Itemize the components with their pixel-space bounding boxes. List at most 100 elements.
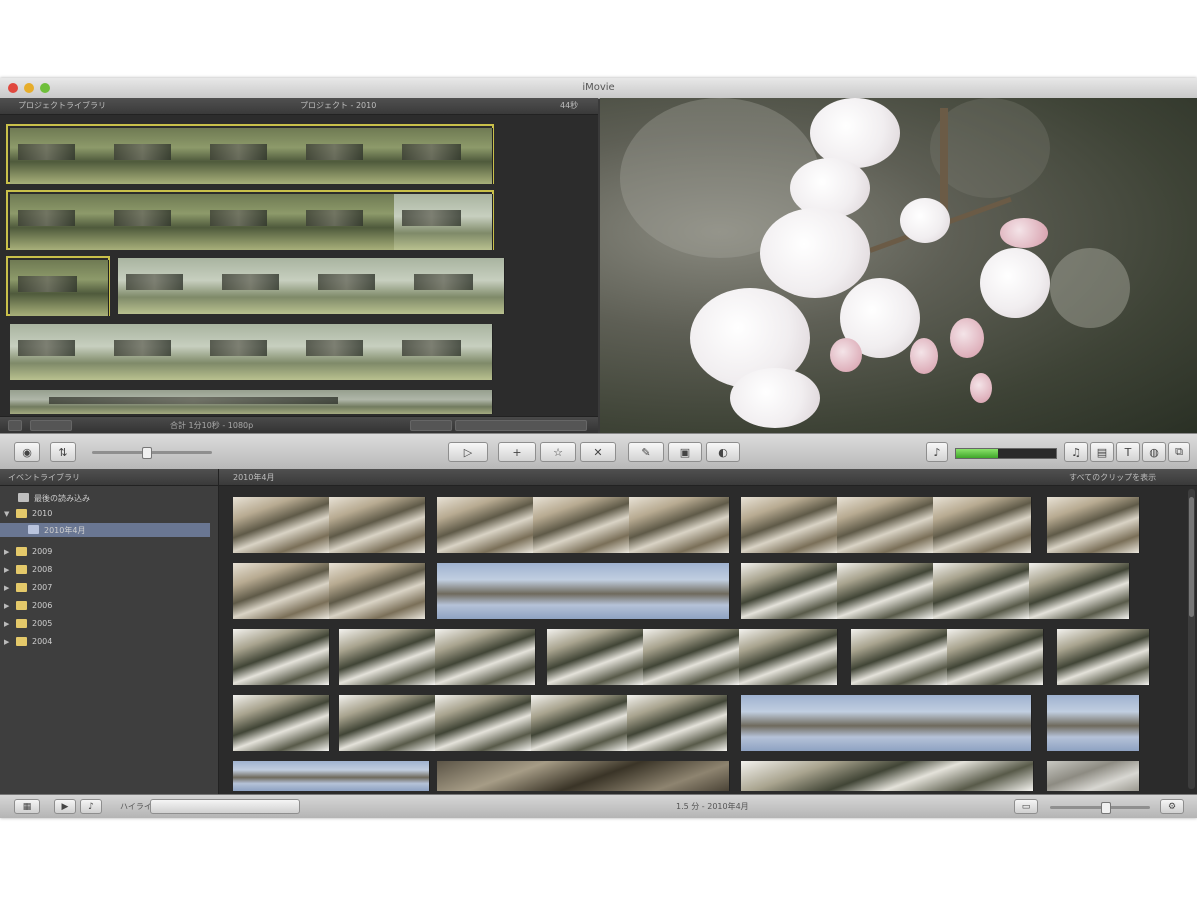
disclosure-triangle-icon[interactable]: ▶: [4, 602, 9, 610]
settings-icon[interactable]: [8, 420, 22, 431]
event-clip[interactable]: [741, 761, 1034, 791]
fit-button[interactable]: [410, 420, 452, 431]
event-clip[interactable]: [547, 629, 644, 685]
project-clip[interactable]: [118, 258, 215, 314]
project-clip[interactable]: [310, 258, 407, 314]
selected-clip-group[interactable]: [6, 256, 110, 316]
event-clip[interactable]: [533, 563, 630, 619]
event-clip[interactable]: [933, 563, 1030, 619]
title-icon[interactable]: T: [1116, 442, 1140, 462]
event-clip[interactable]: [629, 563, 730, 619]
project-clip[interactable]: [298, 128, 395, 184]
play-icon[interactable]: ▶: [54, 799, 76, 814]
event-clip[interactable]: [233, 761, 430, 791]
project-clip[interactable]: [298, 324, 395, 380]
event-clip[interactable]: [233, 629, 330, 685]
library-item[interactable]: ▶ 2004: [0, 635, 210, 649]
thumbnail-size-slider[interactable]: [92, 447, 212, 459]
event-clip[interactable]: [1057, 629, 1150, 685]
project-clip[interactable]: [394, 194, 493, 250]
project-clip[interactable]: [10, 128, 107, 184]
swap-panes-icon[interactable]: ⇅: [50, 442, 76, 462]
event-clip[interactable]: [533, 497, 630, 553]
event-clip[interactable]: [233, 497, 330, 553]
event-clip[interactable]: [437, 563, 534, 619]
project-clip[interactable]: [202, 194, 299, 250]
reject-icon[interactable]: ✕: [580, 442, 616, 462]
slider-knob[interactable]: [142, 447, 152, 459]
slider-knob[interactable]: [1100, 802, 1111, 814]
preview-viewer[interactable]: [600, 98, 1197, 433]
project-zoom-slider[interactable]: [455, 420, 587, 431]
library-item[interactable]: ▶ 2009: [0, 545, 210, 559]
audio-icon[interactable]: ♪: [926, 442, 948, 462]
library-item[interactable]: ▶ 2008: [0, 563, 210, 577]
project-clip-row-partial[interactable]: [10, 390, 493, 414]
event-clip[interactable]: [947, 629, 1044, 685]
camera-import-icon[interactable]: ◉: [14, 442, 40, 462]
disclosure-triangle-icon[interactable]: ▶: [4, 638, 9, 646]
event-clip[interactable]: [435, 695, 532, 751]
disclosure-triangle-icon[interactable]: ▼: [4, 510, 9, 518]
project-clip[interactable]: [10, 260, 109, 316]
photo-icon[interactable]: ▤: [1090, 442, 1114, 462]
thumbnail-icon[interactable]: ▭: [1014, 799, 1038, 814]
event-clip[interactable]: [851, 629, 948, 685]
favorite-icon[interactable]: ☆: [540, 442, 576, 462]
event-clip[interactable]: [1047, 497, 1140, 553]
project-clip[interactable]: [202, 324, 299, 380]
project-clip[interactable]: [106, 128, 203, 184]
selected-clip-group[interactable]: [6, 190, 494, 250]
event-clip[interactable]: [233, 563, 330, 619]
library-item[interactable]: ▶ 2007: [0, 581, 210, 595]
project-clip[interactable]: [106, 324, 203, 380]
event-clip[interactable]: [739, 629, 838, 685]
library-item[interactable]: ▶ 2005: [0, 617, 210, 631]
event-clip[interactable]: [629, 497, 730, 553]
selected-clip-group[interactable]: [6, 124, 494, 184]
audio-skimming-icon[interactable]: ♪: [80, 799, 102, 814]
show-events-icon[interactable]: ▦: [14, 799, 40, 814]
show-clips-menu[interactable]: すべてのクリップを表示: [1069, 472, 1156, 483]
transition-icon[interactable]: ⧉: [1168, 442, 1190, 462]
event-clip[interactable]: [437, 761, 730, 791]
add-to-project-icon[interactable]: +: [498, 442, 536, 462]
event-clip[interactable]: [643, 629, 740, 685]
event-zoom-slider[interactable]: [1050, 802, 1150, 814]
event-clip[interactable]: [741, 695, 838, 751]
event-browser-scrollbar[interactable]: [1188, 489, 1195, 789]
project-clip[interactable]: [394, 128, 493, 184]
project-clip[interactable]: [10, 194, 107, 250]
event-clip[interactable]: [837, 695, 934, 751]
disclosure-triangle-icon[interactable]: ▶: [4, 548, 9, 556]
map-icon[interactable]: ◍: [1142, 442, 1166, 462]
event-clip[interactable]: [435, 629, 536, 685]
project-clip[interactable]: [202, 128, 299, 184]
library-item[interactable]: ▼ 2010: [0, 507, 210, 521]
project-clip[interactable]: [394, 324, 493, 380]
event-clip[interactable]: [339, 695, 436, 751]
event-clip[interactable]: [933, 695, 1032, 751]
play-full-screen-icon[interactable]: ▷: [448, 442, 488, 462]
event-clip[interactable]: [837, 563, 934, 619]
scrollbar-thumb[interactable]: [1189, 497, 1194, 617]
library-item[interactable]: 最後の読み込み: [0, 491, 210, 505]
project-clip[interactable]: [298, 194, 395, 250]
event-clip[interactable]: [437, 497, 534, 553]
project-library-button[interactable]: プロジェクトライブラリ: [18, 100, 106, 111]
event-clip[interactable]: [1029, 563, 1130, 619]
eyedropper-icon[interactable]: ✎: [628, 442, 664, 462]
project-clip[interactable]: [106, 194, 203, 250]
event-clip[interactable]: [933, 497, 1032, 553]
disclosure-triangle-icon[interactable]: ▶: [4, 584, 9, 592]
event-clip[interactable]: [627, 695, 728, 751]
project-clip[interactable]: [10, 324, 107, 380]
disclosure-triangle-icon[interactable]: ▶: [4, 620, 9, 628]
event-clip[interactable]: [1047, 695, 1140, 751]
event-clip[interactable]: [741, 563, 838, 619]
event-clip[interactable]: [531, 695, 628, 751]
library-item-selected[interactable]: 2010年4月: [0, 523, 210, 537]
project-clip[interactable]: [214, 258, 311, 314]
event-clip[interactable]: [329, 497, 426, 553]
disclosure-triangle-icon[interactable]: ▶: [4, 566, 9, 574]
